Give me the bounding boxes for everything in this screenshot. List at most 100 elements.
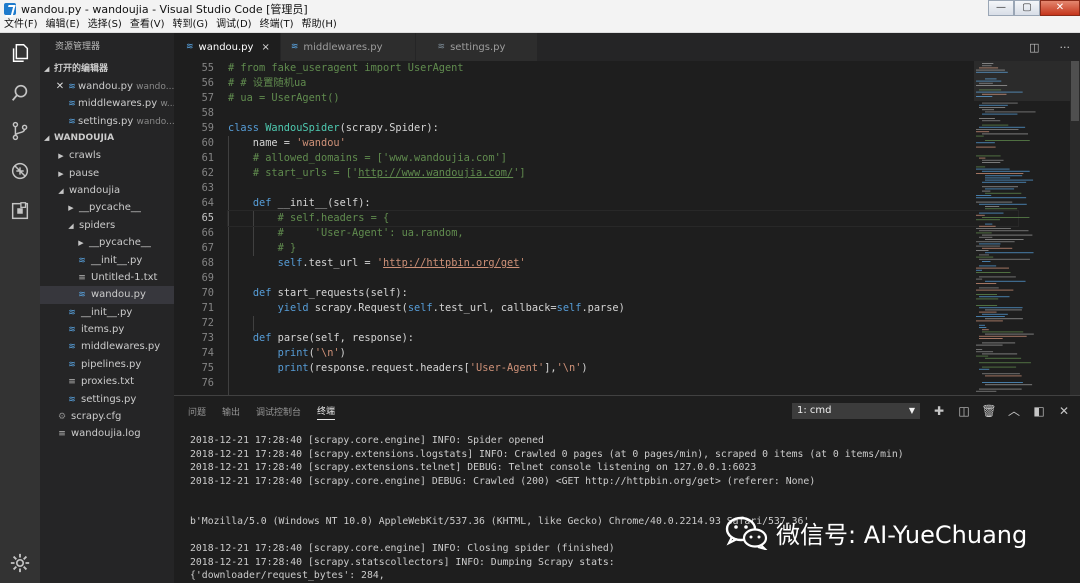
terminal-output[interactable]: 2018-12-21 17:28:40 [scrapy.core.engine]…: [190, 434, 1070, 583]
tree-item[interactable]: ≋ items.py: [40, 321, 174, 338]
split-terminal-icon[interactable]: ◫: [956, 403, 972, 419]
tab-debug-console[interactable]: 调试控制台: [256, 403, 301, 420]
python-file-icon: ≋: [68, 325, 76, 336]
minimap-line: [979, 230, 1029, 232]
tab-wandou[interactable]: ≋ wandou.py ×: [174, 33, 281, 61]
minimap-line: [979, 327, 987, 328]
tree-item[interactable]: ≡ wandoujia.log: [40, 425, 174, 442]
project-tree: ▶ crawls ▶ pause ◢ wandoujia ▶ __pycache__ ◢ spid…: [40, 147, 174, 443]
split-editor-icon[interactable]: ◫: [1029, 41, 1039, 54]
chevron-right-icon: ▶: [68, 204, 74, 213]
minimap-line: [976, 155, 1001, 157]
open-editors-header[interactable]: ◢ 打开的编辑器: [40, 61, 174, 78]
close-panel-icon[interactable]: ✕: [1056, 403, 1072, 419]
menu-debug[interactable]: 调试(D): [212, 18, 256, 32]
code-editor[interactable]: 55 56 57 58 59 60 61 62 63 64 65 66 67 68 69 70 71 72 73 74…: [174, 61, 1080, 395]
tree-item[interactable]: ≡ Untitled-1.txt: [40, 269, 174, 286]
extensions-icon[interactable]: [0, 193, 40, 229]
tab-output[interactable]: 输出: [222, 403, 240, 420]
open-editor-middlewares[interactable]: ≋ middlewares.py w...: [40, 95, 174, 112]
minimize-button[interactable]: —: [988, 0, 1014, 16]
tree-item[interactable]: ≋ settings.py: [40, 391, 174, 408]
menu-selection[interactable]: 选择(S): [84, 18, 126, 32]
minimap-line: [979, 338, 1003, 339]
close-window-button[interactable]: ✕: [1040, 0, 1080, 16]
chevron-down-icon: ◢: [68, 221, 74, 230]
python-file-icon: ≋: [68, 342, 76, 353]
menu-edit[interactable]: 编辑(E): [42, 18, 84, 32]
code-line: # ua = UserAgent(): [228, 92, 340, 104]
tree-item[interactable]: ▶ pause: [40, 165, 174, 182]
minimap-line: [982, 382, 1023, 383]
menu-terminal[interactable]: 终端(T): [256, 18, 298, 32]
minimap-line: [976, 197, 1027, 199]
terminal-select[interactable]: 1: cmd ▼: [792, 403, 920, 419]
minimap-line: [982, 353, 1018, 355]
line-number: 62: [201, 167, 214, 179]
tab-middlewares[interactable]: ≋ middlewares.py: [280, 33, 416, 61]
tree-item-label: __init__.py: [91, 254, 143, 266]
menu-view[interactable]: 查看(V): [126, 18, 169, 32]
menu-help[interactable]: 帮助(H): [298, 18, 341, 32]
line-number: 56: [201, 77, 214, 89]
tab-settings[interactable]: ≋ settings.py: [415, 33, 539, 61]
more-actions-icon[interactable]: ···: [1060, 41, 1071, 54]
open-editor-wandou[interactable]: ✕ ≋ wandou.py wando...: [40, 78, 174, 95]
open-editor-settings[interactable]: ≋ settings.py wando...: [40, 113, 174, 130]
toggle-panel-icon[interactable]: ◧: [1031, 403, 1047, 419]
minimap-line: [985, 357, 1022, 359]
tree-item[interactable]: ◢ wandoujia: [40, 182, 174, 199]
minimap-line: [976, 129, 1019, 130]
line-number: 61: [201, 152, 214, 164]
tree-item[interactable]: ≋ __init__.py: [40, 252, 174, 269]
menu-go[interactable]: 转到(G): [169, 18, 213, 32]
tree-item[interactable]: ≋ middlewares.py: [40, 338, 174, 355]
minimap-line: [976, 201, 1013, 203]
minimap-line: [976, 214, 985, 216]
add-terminal-icon[interactable]: ✚: [931, 403, 947, 419]
tree-item[interactable]: ≋ __init__.py: [40, 304, 174, 321]
line-number: 63: [201, 182, 214, 194]
minimap-line: [985, 333, 1034, 335]
search-icon[interactable]: [0, 75, 40, 111]
tree-item[interactable]: ≋ wandou.py: [40, 286, 174, 304]
code-line: def __init__(self):: [252, 197, 371, 209]
minimap[interactable]: [974, 61, 1070, 395]
tree-item-label: scrapy.cfg: [71, 411, 122, 423]
maximize-panel-icon[interactable]: ︿: [1006, 403, 1022, 419]
maximize-button[interactable]: ▢: [1014, 0, 1040, 16]
tree-item[interactable]: ≡ proxies.txt: [40, 373, 174, 390]
trash-icon[interactable]: 🗑: [981, 403, 997, 419]
tree-item[interactable]: ▶ crawls: [40, 147, 174, 164]
project-header[interactable]: ◢ WANDOUJIA: [40, 130, 174, 147]
tree-item[interactable]: ⚙ scrapy.cfg: [40, 408, 174, 425]
tree-item[interactable]: ◢ spiders: [40, 217, 174, 234]
editor-tabs: ≋ wandou.py × ≋ middlewares.py ≋ settings.py…: [174, 33, 1080, 61]
files-icon[interactable]: [0, 35, 40, 71]
minimap-slider[interactable]: [974, 61, 1070, 101]
editor-scrollbar[interactable]: [1070, 61, 1080, 395]
tab-problems[interactable]: 问题: [188, 403, 206, 420]
tab-terminal[interactable]: 终端: [317, 402, 336, 420]
source-control-icon[interactable]: [0, 113, 40, 149]
minimap-line: [985, 188, 1015, 190]
menu-file[interactable]: 文件(F): [0, 18, 42, 32]
close-icon[interactable]: ×: [261, 42, 269, 53]
chevron-down-icon: ◢: [58, 186, 64, 195]
explorer-sidebar: 资源管理器 ◢ 打开的编辑器 ✕ ≋ wandou.py wando... ≋ midd…: [40, 33, 174, 583]
minimap-line: [976, 173, 1024, 174]
debug-icon[interactable]: [0, 153, 40, 189]
minimap-line: [976, 344, 1003, 346]
tree-item[interactable]: ≋ pipelines.py: [40, 356, 174, 373]
explorer-title: 资源管理器: [55, 42, 101, 52]
minimap-line: [979, 254, 989, 256]
scrollbar-thumb[interactable]: [1071, 61, 1079, 121]
tree-item[interactable]: ▶ __pycache__: [40, 234, 174, 251]
code-line: # allowed_domains = ['www.wandoujia.com'…: [252, 152, 507, 164]
code-line: print(response.request.headers['User-Age…: [277, 362, 588, 374]
tree-item[interactable]: ▶ __pycache__: [40, 199, 174, 216]
minimap-line: [976, 267, 1009, 269]
gear-icon[interactable]: [9, 552, 31, 574]
close-icon[interactable]: ✕: [54, 78, 66, 95]
